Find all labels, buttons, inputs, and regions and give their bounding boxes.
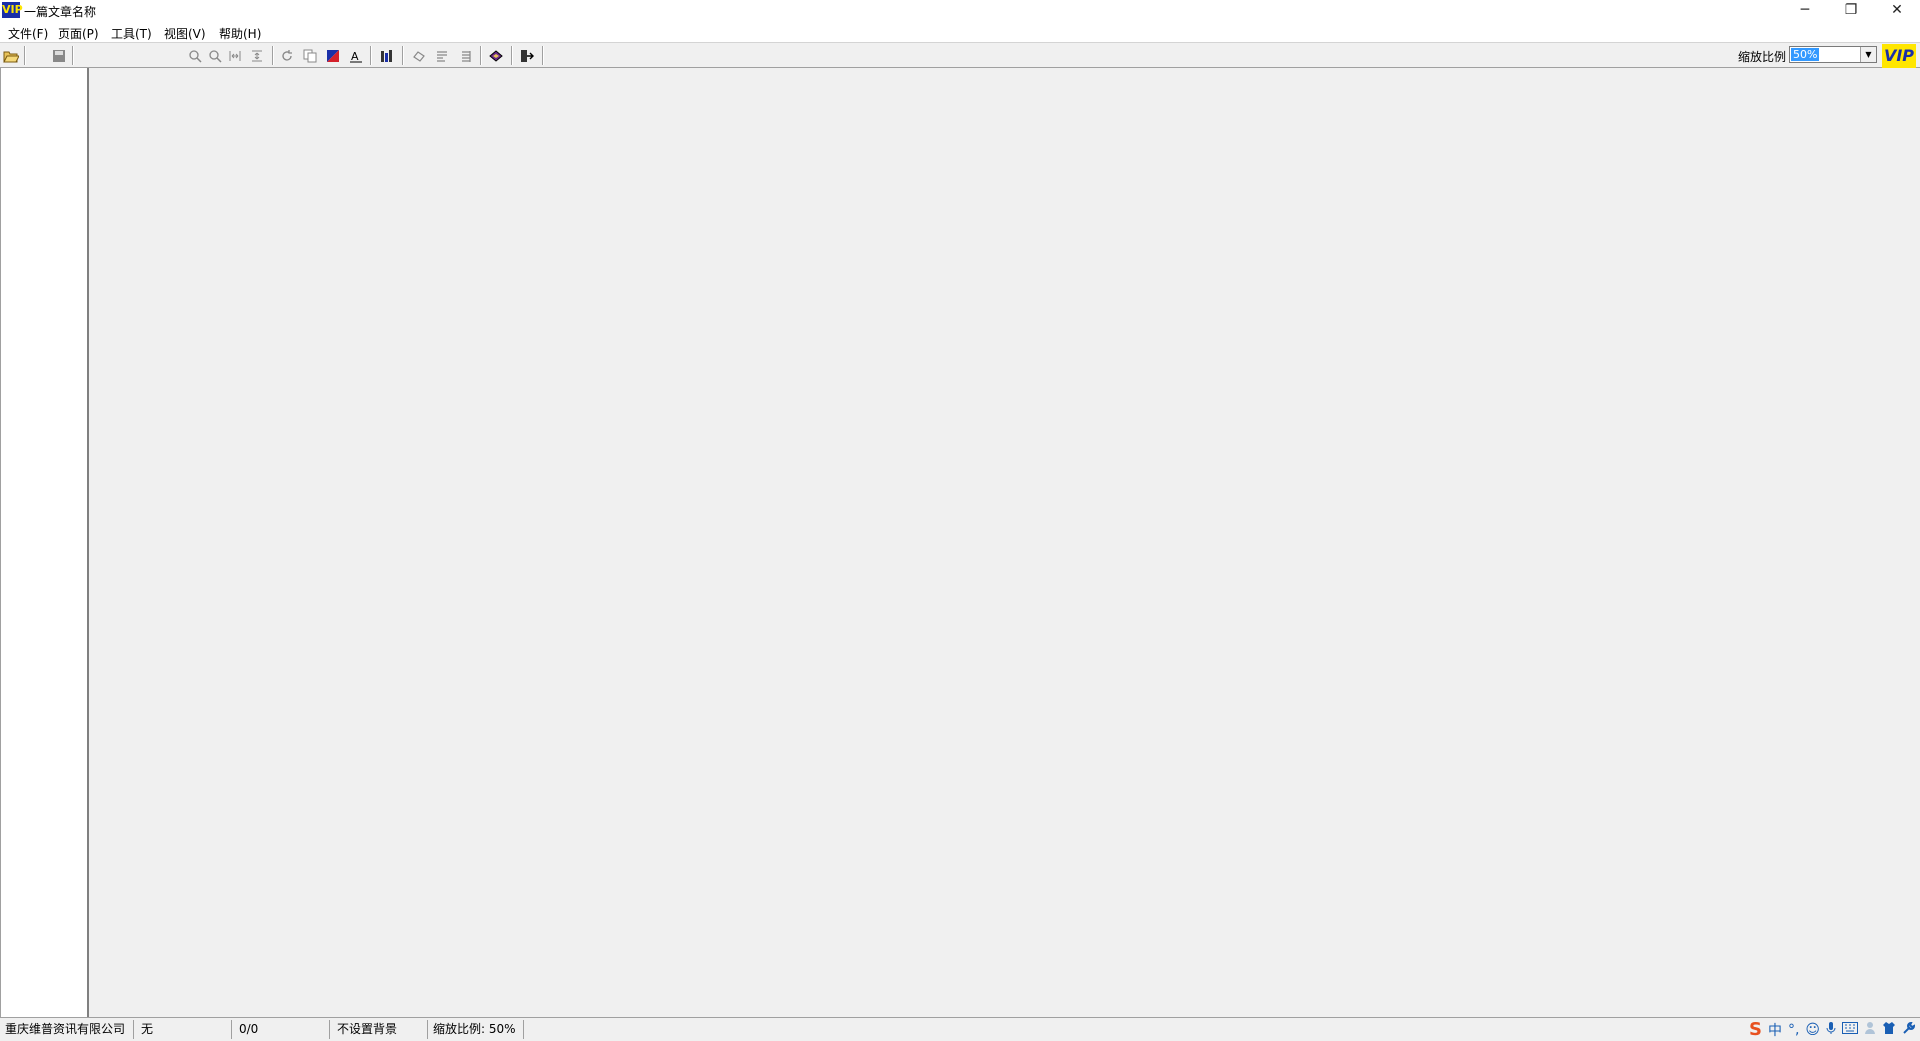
zoom-select-value: 50% (1791, 48, 1820, 61)
left-panel[interactable] (0, 68, 89, 1017)
status-background: 不设置背景 (332, 1020, 428, 1039)
title-bar: VIP 一篇文章名称 ─ ❐ ✕ (0, 0, 1920, 22)
zoom-label: 缩放比例 (1738, 50, 1787, 64)
app-icon: VIP (2, 2, 23, 18)
menu-help[interactable]: 帮助(H) (219, 25, 261, 42)
save-icon[interactable] (50, 47, 68, 64)
menu-tools[interactable]: 工具(T) (111, 25, 152, 42)
user-icon[interactable] (1864, 1021, 1876, 1039)
open-icon[interactable] (2, 47, 20, 64)
page-next-icon[interactable] (456, 47, 474, 64)
menu-page[interactable]: 页面(P) (58, 25, 99, 42)
vip-logo: VIP (1882, 44, 1916, 68)
shirt-icon[interactable] (1882, 1021, 1896, 1039)
status-bar: 重庆维普资讯有限公司 无 0/0 不设置背景 缩放比例: 50% S 中 °, … (0, 1017, 1920, 1040)
chevron-down-icon[interactable]: ▼ (1860, 47, 1876, 62)
exit-icon[interactable] (518, 47, 536, 64)
close-button[interactable]: ✕ (1874, 0, 1920, 22)
minimize-button[interactable]: ─ (1782, 0, 1828, 22)
status-zoom: 缩放比例: 50% (428, 1020, 524, 1039)
status-page: 0/0 (234, 1020, 330, 1039)
page-prev-icon[interactable] (433, 47, 451, 64)
book-icon[interactable] (487, 47, 505, 64)
document-viewer[interactable] (92, 68, 1920, 1017)
toolbar: A 缩放比例 50% ▼ VIP (0, 42, 1920, 68)
keyboard-icon[interactable] (1842, 1021, 1858, 1038)
zoom-select[interactable]: 50% ▼ (1789, 46, 1877, 63)
ime-toolbar: S 中 °, ☺ (1749, 1018, 1920, 1041)
menu-bar: 文件(F) 页面(P) 工具(T) 视图(V) 帮助(H) (0, 22, 1920, 42)
copy-icon[interactable] (301, 47, 319, 64)
fit-page-icon[interactable] (248, 47, 266, 64)
menu-file[interactable]: 文件(F) (8, 25, 48, 42)
window-title: 一篇文章名称 (24, 5, 97, 19)
wrench-icon[interactable] (1902, 1021, 1916, 1039)
ime-mode[interactable]: 中 (1768, 1020, 1782, 1040)
zoom-out-icon[interactable] (206, 47, 224, 64)
status-company: 重庆维普资讯有限公司 (0, 1020, 134, 1039)
svg-text:A: A (351, 50, 359, 63)
ime-punct[interactable]: °, (1788, 1022, 1799, 1038)
hand-icon[interactable] (410, 47, 428, 64)
zoom-in-icon[interactable] (186, 47, 204, 64)
ime-logo-icon[interactable]: S (1749, 1019, 1762, 1040)
rotate-icon[interactable] (278, 47, 296, 64)
restore-button[interactable]: ❐ (1828, 0, 1874, 22)
color-icon[interactable] (324, 47, 342, 64)
menu-view[interactable]: 视图(V) (164, 25, 206, 42)
fit-width-icon[interactable] (226, 47, 244, 64)
columns-icon[interactable] (378, 47, 396, 64)
microphone-icon[interactable] (1826, 1021, 1836, 1039)
emoji-icon[interactable]: ☺ (1805, 1022, 1820, 1038)
text-icon[interactable]: A (347, 47, 365, 64)
status-text: 无 (136, 1020, 232, 1039)
